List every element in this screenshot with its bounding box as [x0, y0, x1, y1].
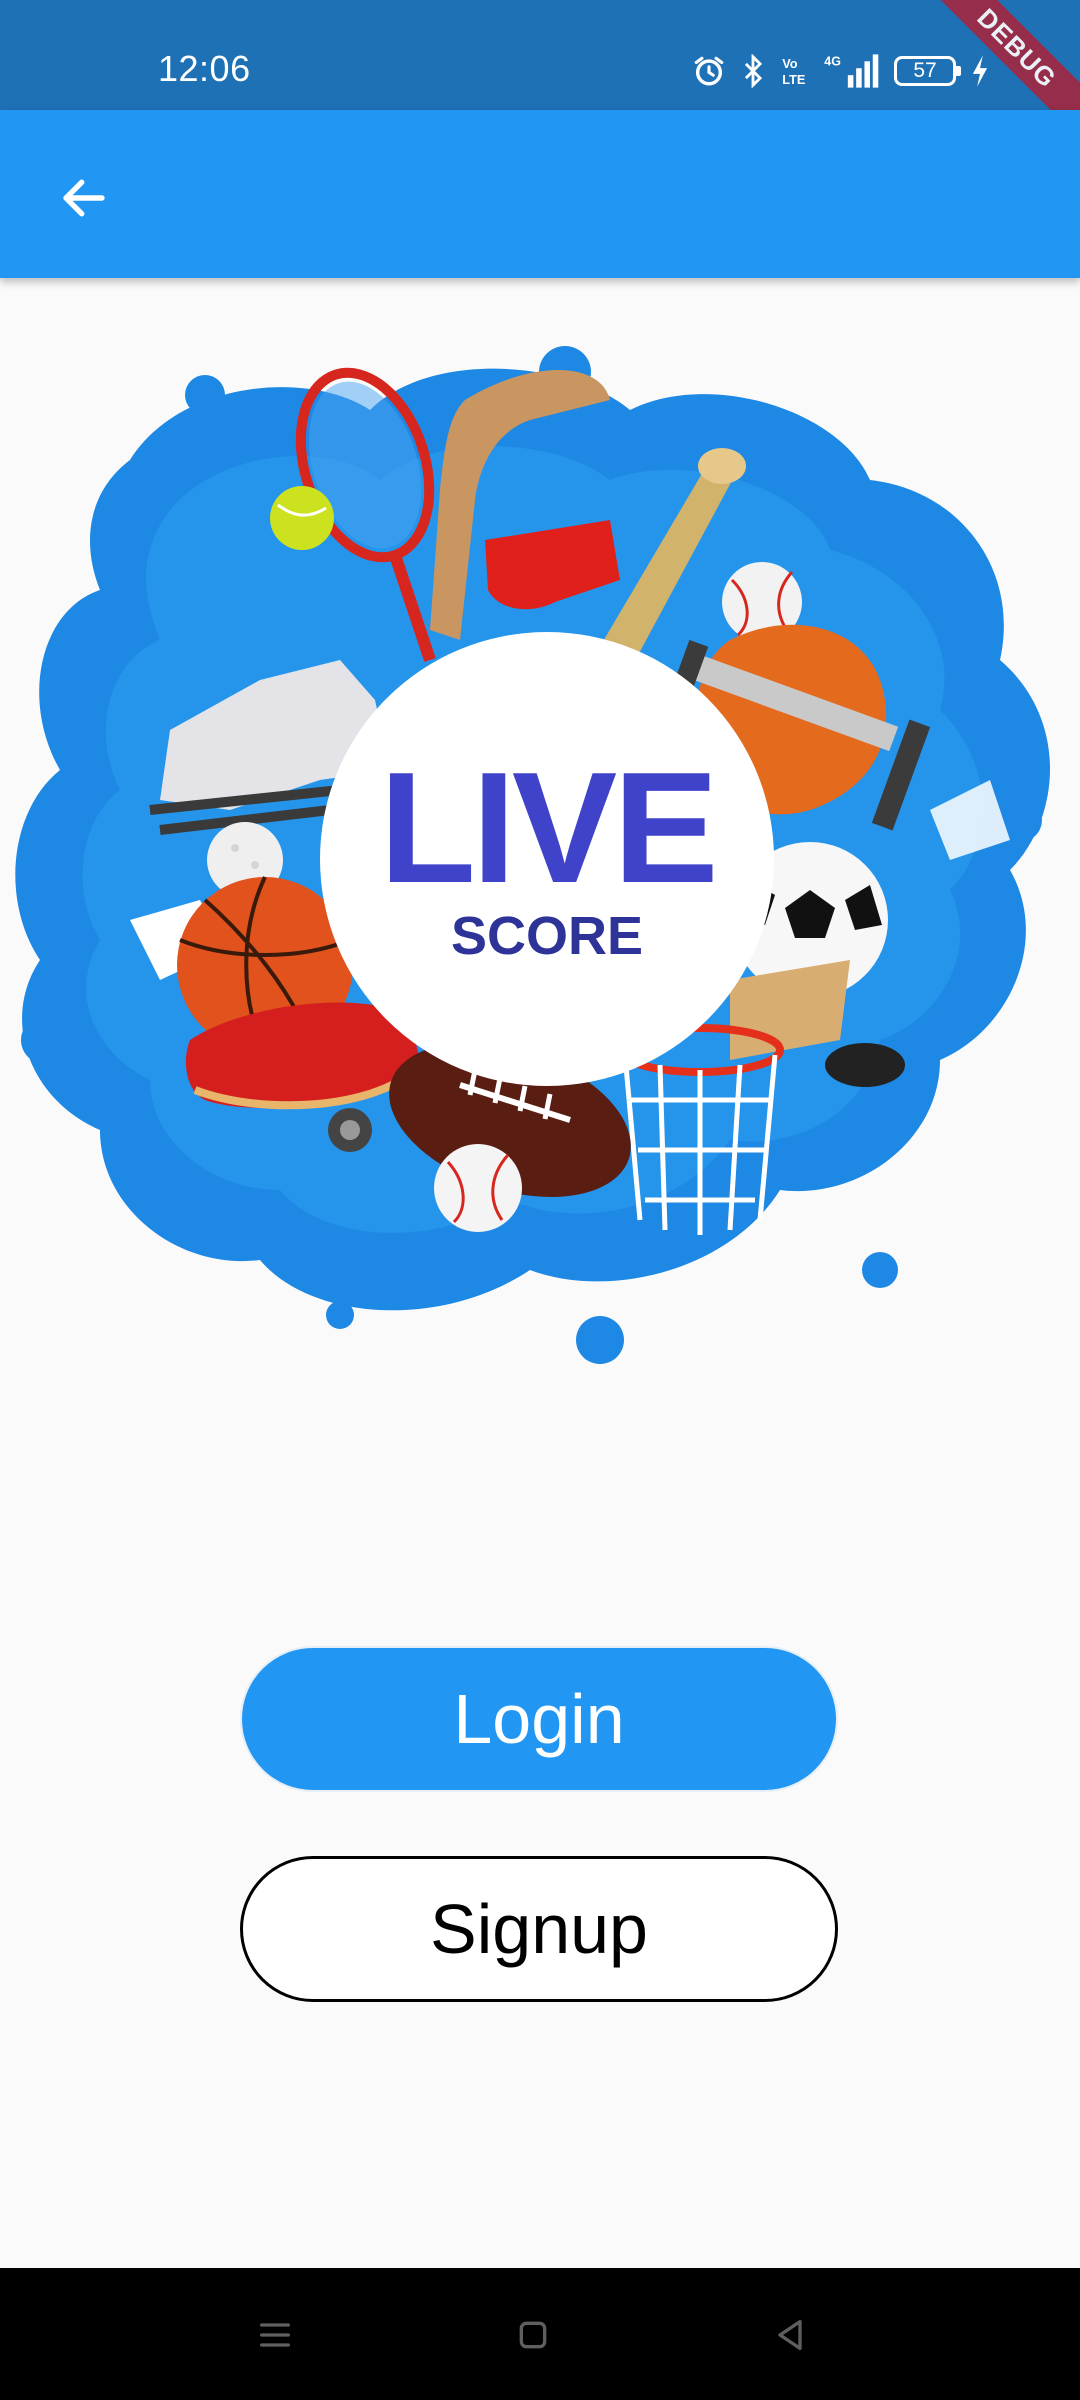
- battery-icon: 57: [894, 56, 961, 86]
- svg-text:Vo: Vo: [782, 56, 798, 71]
- status-icons: Vo LTE 4G 57: [692, 48, 990, 94]
- logo-subtitle: SCORE: [450, 906, 644, 966]
- back-button[interactable]: [40, 154, 128, 242]
- volte-icon: Vo LTE: [782, 56, 805, 87]
- app-bar: [0, 110, 1080, 278]
- system-back-button[interactable]: [760, 2312, 820, 2358]
- menu-icon: [260, 2323, 290, 2347]
- home-button[interactable]: [503, 2312, 563, 2358]
- live-score-hero-image: LIVE SCORE: [10, 340, 1070, 1370]
- recent-apps-button[interactable]: [245, 2312, 305, 2358]
- alarm-icon: [694, 56, 724, 86]
- svg-text:LTE: LTE: [782, 72, 805, 87]
- home-icon: [519, 2321, 547, 2349]
- logo-title: LIVE: [379, 740, 718, 916]
- signup-button[interactable]: Signup: [240, 1856, 838, 2002]
- status-time: 12:06: [158, 48, 251, 89]
- charging-icon: [972, 55, 988, 87]
- signal-icon: 4G: [824, 54, 879, 88]
- bluetooth-icon: [744, 54, 763, 88]
- system-navigation-bar: [0, 2268, 1080, 2400]
- back-icon: [778, 2320, 802, 2350]
- login-button[interactable]: Login: [240, 1646, 838, 1792]
- battery-level: 57: [913, 59, 937, 82]
- live-score-logo: LIVE SCORE: [320, 632, 774, 1086]
- status-bar: 12:06 Vo LTE 4G 57: [0, 0, 1080, 110]
- svg-text:4G: 4G: [824, 54, 841, 68]
- arrow-back-icon: [63, 179, 105, 217]
